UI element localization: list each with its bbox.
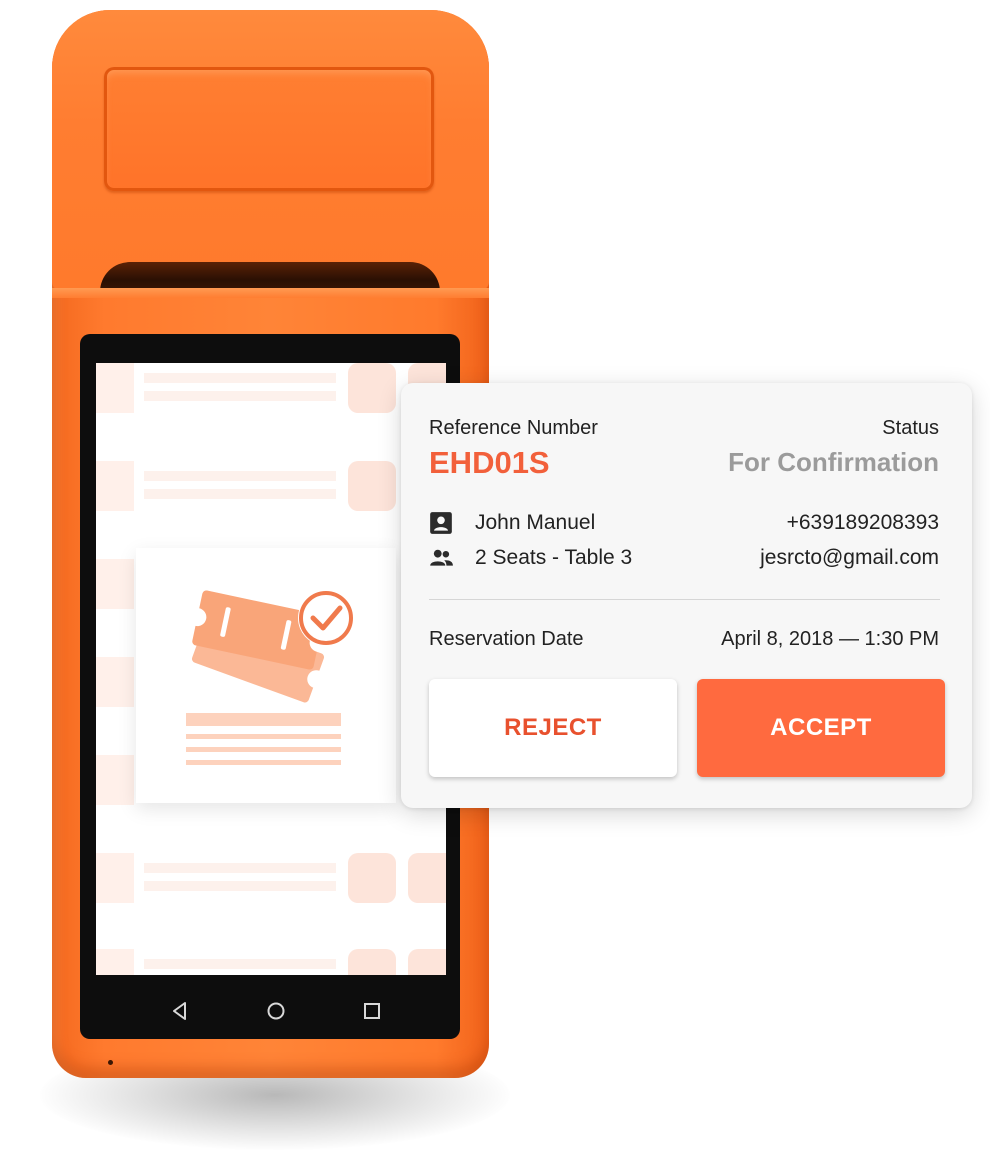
- reject-button[interactable]: REJECT: [429, 679, 677, 777]
- contact-card-icon: [430, 512, 452, 534]
- list-item: [96, 363, 446, 413]
- list-item: [96, 949, 446, 975]
- customer-phone: +639189208393: [786, 511, 939, 534]
- reservation-date-label: Reservation Date: [429, 628, 584, 650]
- status-label: Status: [882, 417, 939, 439]
- back-triangle-icon[interactable]: [168, 999, 192, 1023]
- list-item: [96, 461, 446, 511]
- android-nav-bar: [96, 985, 446, 1040]
- device-screen: [96, 363, 446, 975]
- divider: [429, 599, 940, 600]
- accept-button[interactable]: ACCEPT: [697, 679, 945, 777]
- paper-slot-lip: [52, 288, 489, 298]
- people-icon: [430, 549, 453, 566]
- printer-lid: [104, 67, 434, 191]
- recents-square-icon[interactable]: [360, 999, 384, 1023]
- status-badge: For Confirmation: [728, 447, 939, 477]
- reference-label: Reference Number: [429, 417, 598, 439]
- home-circle-icon[interactable]: [264, 999, 288, 1023]
- list-item: [96, 853, 446, 903]
- seats-table: 2 Seats - Table 3: [475, 546, 633, 569]
- reservation-card: Reference Number EHD01S Status For Confi…: [401, 383, 972, 808]
- ticket-check-icon: [186, 590, 354, 765]
- reservation-date-value: April 8, 2018 — 1:30 PM: [721, 628, 939, 650]
- ticket-confirmed-card: [136, 548, 396, 803]
- status-led: [108, 1060, 113, 1065]
- customer-name: John Manuel: [475, 511, 596, 534]
- customer-email: jesrcto@gmail.com: [760, 546, 939, 569]
- reference-number: EHD01S: [429, 445, 550, 480]
